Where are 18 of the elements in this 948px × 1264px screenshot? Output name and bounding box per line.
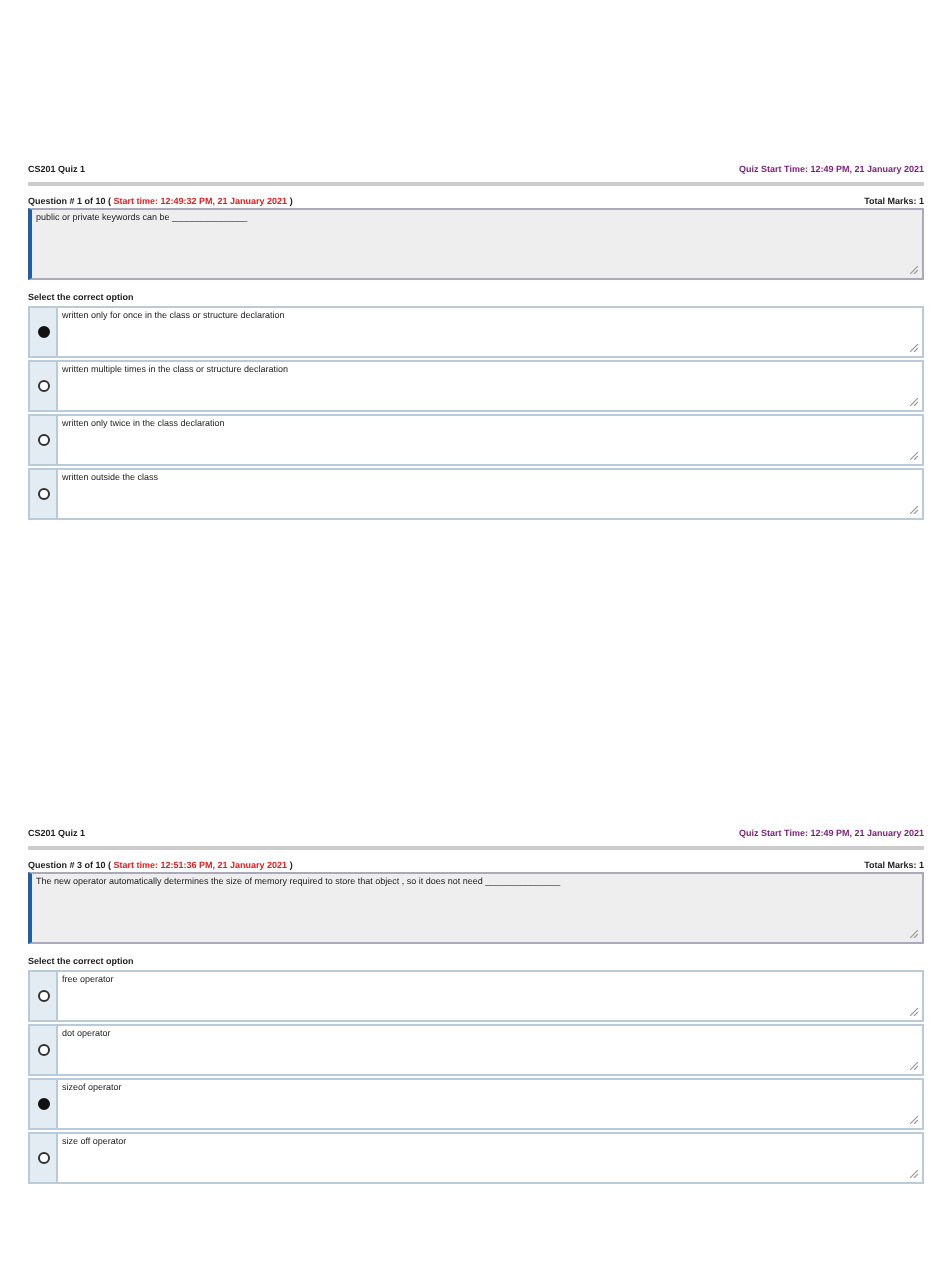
radio-button[interactable] (37, 488, 49, 500)
resize-grip-icon[interactable] (910, 930, 918, 938)
radio-button[interactable] (37, 1044, 49, 1056)
resize-grip-icon[interactable] (910, 344, 918, 352)
resize-grip-icon[interactable] (910, 398, 918, 406)
resize-grip-icon[interactable] (910, 1116, 918, 1124)
radio-button[interactable] (37, 1098, 49, 1110)
radio-button[interactable] (37, 380, 49, 392)
resize-grip-icon[interactable] (910, 266, 918, 274)
radio-button[interactable] (37, 326, 49, 338)
resize-grip-icon[interactable] (910, 506, 918, 514)
resize-grip-icon[interactable] (910, 1170, 918, 1178)
radio-button[interactable] (37, 434, 49, 446)
resize-grip-icon[interactable] (910, 1008, 918, 1016)
resize-grip-icon[interactable] (910, 1062, 918, 1070)
radio-button[interactable] (37, 1152, 49, 1164)
radio-button[interactable] (37, 990, 49, 1002)
resize-grip-icon[interactable] (910, 452, 918, 460)
